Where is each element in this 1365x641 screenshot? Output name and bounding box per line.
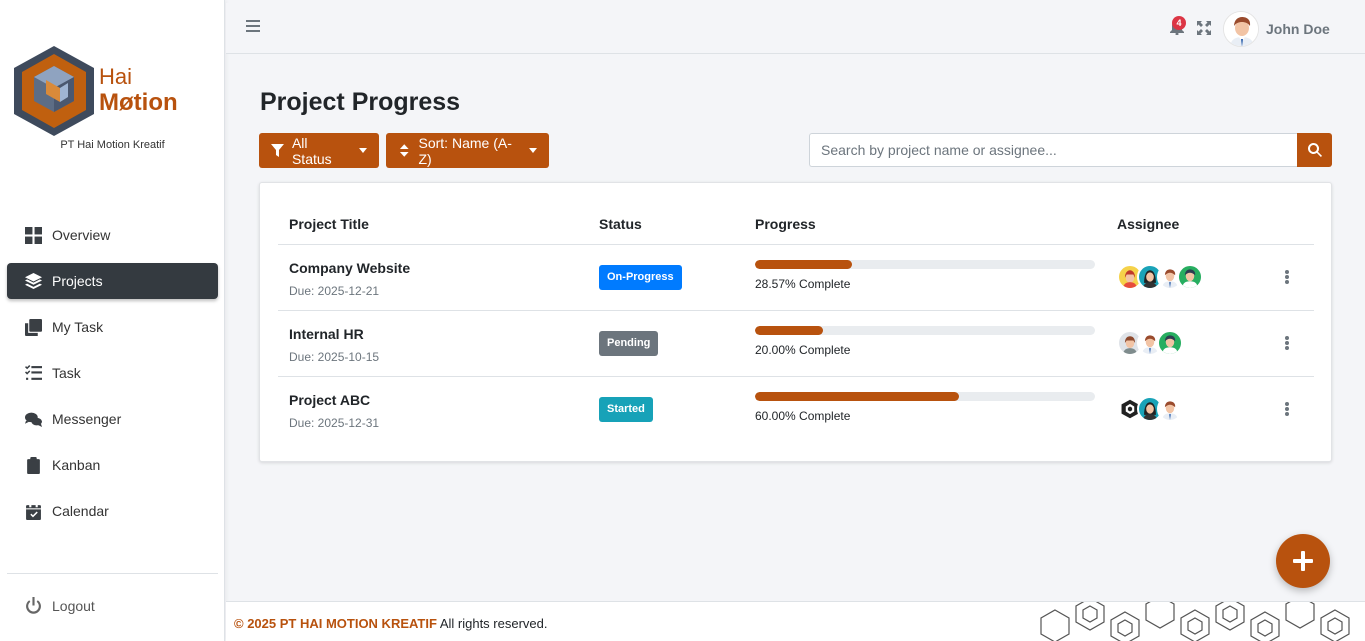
logout-label: Logout <box>52 597 95 614</box>
projects-table-card: Project Title Status Progress Assignee C… <box>259 182 1332 462</box>
brand-line1: Hai <box>99 64 133 89</box>
sidebar-item-overview[interactable]: Overview <box>7 217 218 253</box>
sort-dropdown[interactable]: Sort: Name (A-Z) <box>386 133 549 168</box>
search-icon <box>1307 143 1322 157</box>
sidebar-item-label: Projects <box>52 273 103 289</box>
sidebar-item-label: Overview <box>52 227 111 243</box>
chevron-down-icon <box>359 148 367 153</box>
brand-line2: Møtion <box>99 89 178 116</box>
copyright-text: © 2025 PT HAI MOTION KREATIF All rights … <box>234 616 547 631</box>
progress-text: 60.00% Complete <box>755 409 851 423</box>
man-green-avatar[interactable] <box>1157 330 1183 356</box>
sidebar-item-task[interactable]: Task <box>7 355 218 391</box>
table-row[interactable]: Internal HR Due: 2025-10-15 Pending 20.0… <box>260 311 1333 377</box>
chevron-down-icon <box>529 148 537 153</box>
column-header-status: Status <box>599 216 642 232</box>
notification-count-badge: 4 <box>1172 16 1186 30</box>
company-name: PT Hai Motion Kreatif <box>60 139 165 151</box>
project-title[interactable]: Company Website <box>289 260 410 276</box>
comments-icon <box>25 411 42 428</box>
add-project-button[interactable] <box>1276 534 1330 588</box>
user-name: John Doe <box>1266 21 1330 37</box>
column-header-title: Project Title <box>289 216 369 232</box>
progress-bar-fill <box>755 392 959 401</box>
sidebar-item-label: Calendar <box>52 503 109 519</box>
table-row[interactable]: Company Website Due: 2025-12-21 On-Progr… <box>260 245 1333 311</box>
sidebar-item-messenger[interactable]: Messenger <box>7 401 218 437</box>
page-title: Project Progress <box>260 88 461 116</box>
logout-button[interactable]: Logout <box>25 597 95 614</box>
clipboard-icon <box>25 456 42 474</box>
progress-bar-fill <box>755 260 853 269</box>
assignee-avatars <box>1117 264 1203 290</box>
status-badge: On-Progress <box>599 265 682 290</box>
sidebar-item-my-task[interactable]: My Task <box>7 309 218 345</box>
brand-wordmark: Hai Møtion <box>99 64 178 116</box>
checklist-icon <box>25 364 42 382</box>
search-button[interactable] <box>1297 133 1332 167</box>
filter-icon <box>271 144 284 157</box>
column-header-progress: Progress <box>755 216 816 232</box>
sidebar-item-kanban[interactable]: Kanban <box>7 447 218 483</box>
hexagon-cube-logo-icon <box>14 46 94 136</box>
footer: © 2025 PT HAI MOTION KREATIF All rights … <box>226 601 1365 641</box>
row-actions-menu-icon[interactable] <box>1283 334 1291 352</box>
copyright-brand: © 2025 PT HAI MOTION KREATIF <box>234 616 437 631</box>
copyright-rest: All rights reserved. <box>439 616 548 631</box>
hexagon-pattern-decoration <box>1035 602 1365 641</box>
progress-bar-fill <box>755 326 823 335</box>
notification-bell-icon[interactable]: 4 <box>1170 16 1186 37</box>
topbar: 4 John Doe <box>226 3 1365 54</box>
sort-label: Sort: Name (A-Z) <box>418 134 512 167</box>
project-due-date: Due: 2025-12-31 <box>289 416 380 430</box>
progress-bar <box>755 326 1095 335</box>
progress-bar <box>755 392 1095 401</box>
brand-logo[interactable]: Hai Møtion <box>12 44 212 138</box>
assignee-avatars <box>1117 396 1183 422</box>
man-tie-avatar[interactable] <box>1157 396 1183 422</box>
row-actions-menu-icon[interactable] <box>1283 400 1291 418</box>
user-avatar <box>1223 11 1259 47</box>
sidebar-item-projects[interactable]: Projects <box>7 263 218 299</box>
project-title[interactable]: Project ABC <box>289 392 370 408</box>
status-badge: Started <box>599 397 653 422</box>
progress-text: 28.57% Complete <box>755 277 851 291</box>
sidebar-item-label: Task <box>52 365 81 381</box>
search-input[interactable] <box>809 133 1297 167</box>
row-actions-menu-icon[interactable] <box>1283 268 1291 286</box>
assignee-avatars <box>1117 330 1183 356</box>
calendar-check-icon <box>25 502 42 520</box>
sidebar-item-label: Messenger <box>52 411 122 427</box>
sidebar-item-label: My Task <box>52 319 104 335</box>
sidebar-divider <box>7 573 218 574</box>
table-row[interactable]: Project ABC Due: 2025-12-31 Started 60.0… <box>260 377 1333 443</box>
plus-icon <box>1293 551 1313 571</box>
progress-bar <box>755 260 1095 269</box>
copy-icon <box>25 318 42 336</box>
sidebar-nav: Overview Projects My Task Task Messenger… <box>7 217 218 539</box>
progress-text: 20.00% Complete <box>755 343 851 357</box>
man-green-avatar[interactable] <box>1177 264 1203 290</box>
fullscreen-icon[interactable] <box>1197 21 1211 35</box>
layers-icon <box>25 272 42 290</box>
grid-icon <box>25 226 42 244</box>
status-filter-dropdown[interactable]: All Status <box>259 133 379 168</box>
power-icon <box>26 597 41 614</box>
project-due-date: Due: 2025-12-21 <box>289 284 380 298</box>
status-badge: Pending <box>599 331 659 356</box>
menu-toggle-icon[interactable] <box>246 20 260 34</box>
user-menu[interactable]: John Doe <box>1223 11 1330 47</box>
sort-icon <box>399 144 409 157</box>
sidebar-item-label: Kanban <box>52 457 101 473</box>
column-header-assignee: Assignee <box>1117 216 1180 232</box>
project-title[interactable]: Internal HR <box>289 326 364 342</box>
status-filter-label: All Status <box>291 134 332 167</box>
project-due-date: Due: 2025-10-15 <box>289 350 380 364</box>
sidebar: Hai Møtion PT Hai Motion Kreatif Overvie… <box>0 0 225 641</box>
sidebar-item-calendar[interactable]: Calendar <box>7 493 218 529</box>
